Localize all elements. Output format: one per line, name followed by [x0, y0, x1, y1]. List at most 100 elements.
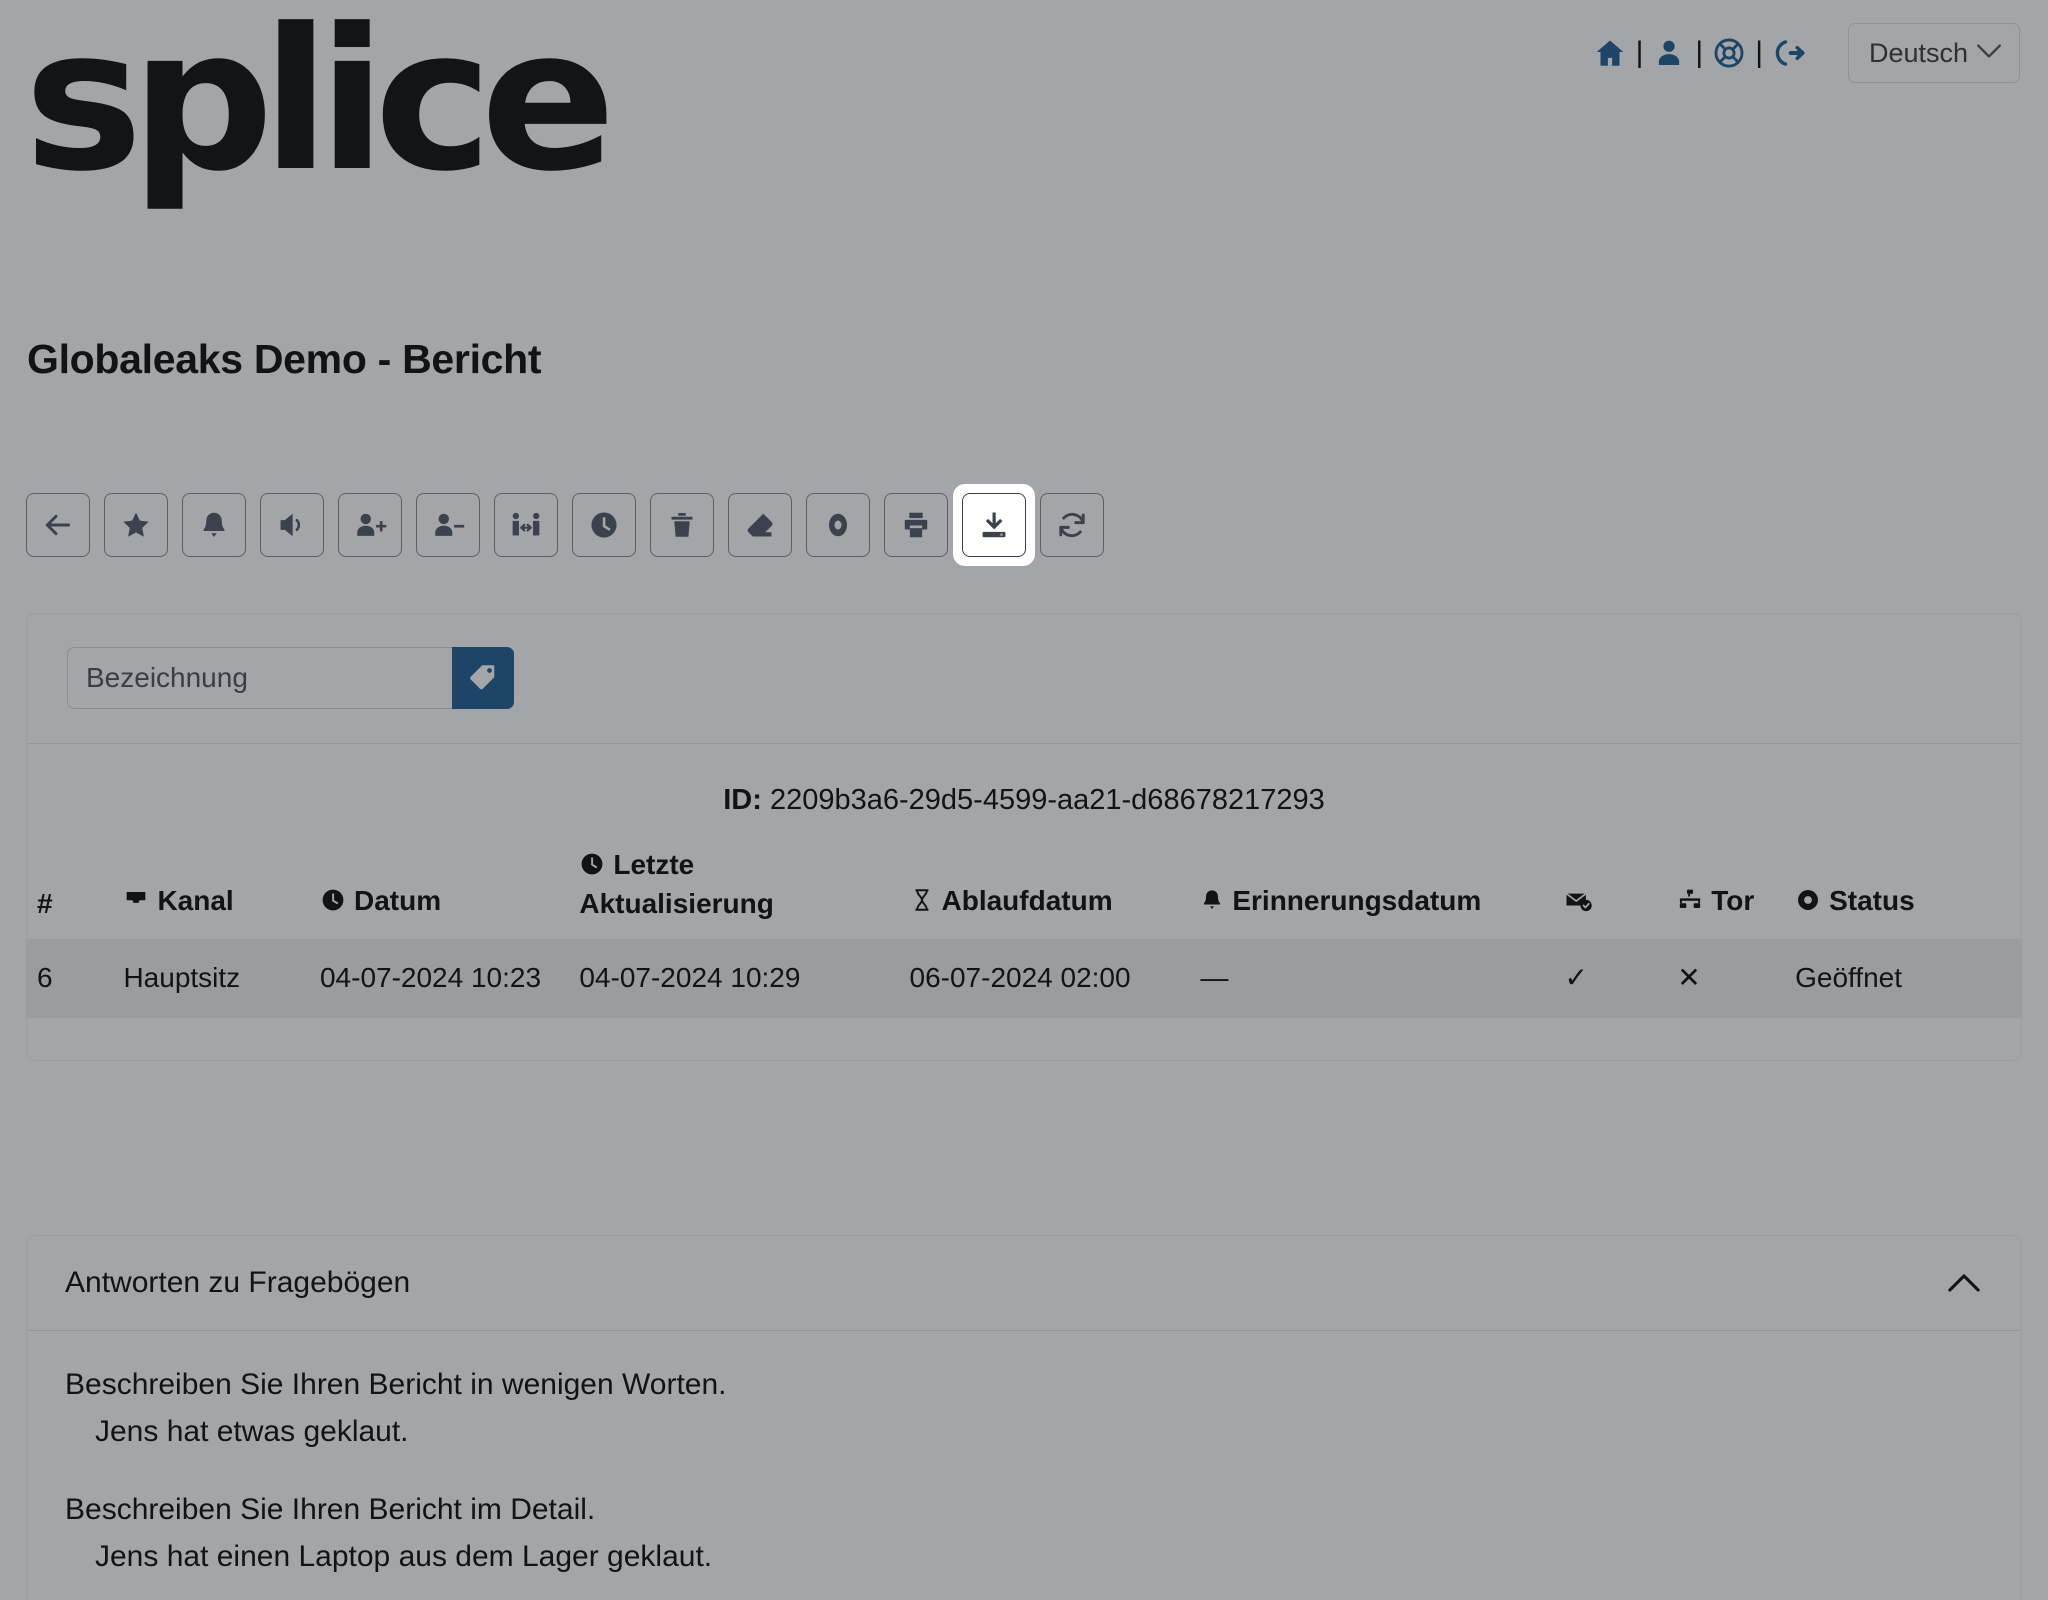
nav-separator: |: [1755, 36, 1763, 69]
redact-button-wrap: [728, 493, 792, 557]
cell-remind: —: [1200, 961, 1229, 993]
cell-tor-cross: ✕: [1677, 961, 1701, 993]
people-transfer-icon: [509, 509, 543, 541]
redact-button[interactable]: [728, 493, 792, 557]
cell-status: Geöffnet: [1795, 961, 1903, 993]
cell-mail-check: ✓: [1564, 961, 1589, 993]
tag-icon: [468, 662, 498, 695]
report-id-label: ID:: [723, 784, 762, 816]
report-id-value: 2209b3a6-29d5-4599-aa21-d68678217293: [769, 784, 1325, 816]
clock-icon: [588, 509, 620, 541]
qa-item: Beschreiben Sie Ihren Bericht in wenigen…: [65, 1365, 1983, 1452]
nav-icon-group: | | |: [1587, 30, 1812, 76]
clock-icon: [579, 850, 605, 886]
questionnaire-accordion: Antworten zu Fragebögen Beschreiben Sie …: [26, 1235, 2022, 1600]
cell-expiry: 06-07-2024 02:00: [909, 961, 1131, 993]
qa-item: Beschreiben Sie Ihren Bericht im Detail.…: [65, 1490, 1983, 1577]
speaker-icon: [276, 509, 308, 541]
column-header-num[interactable]: #: [27, 843, 113, 939]
column-label-update: Letzte Aktualisierung: [579, 849, 774, 920]
back-button-wrap: [26, 493, 90, 557]
card-search-bar: [27, 614, 2021, 744]
download-icon: [978, 509, 1010, 541]
top-bar: | | | Deutsch: [1587, 22, 2020, 84]
inbox-icon: [123, 886, 149, 922]
add-user-button[interactable]: [338, 493, 402, 557]
envelope-check-icon: [1565, 886, 1593, 922]
column-label-num: #: [37, 888, 53, 920]
column-label-tor: Tor: [1711, 885, 1755, 917]
remove-user-button-wrap: [416, 493, 480, 557]
user-icon[interactable]: [1646, 30, 1692, 76]
trash-icon: [667, 509, 697, 541]
circle-dot-icon: [1795, 886, 1821, 922]
qa-question: Beschreiben Sie Ihren Bericht im Detail.: [65, 1493, 596, 1526]
column-label-datum: Datum: [353, 885, 442, 917]
qa-answer: Jens hat etwas geklaut.: [95, 1414, 409, 1448]
transfer-button[interactable]: [494, 493, 558, 557]
notification-button[interactable]: [182, 493, 246, 557]
remove-user-button[interactable]: [416, 493, 480, 557]
mask-button[interactable]: [806, 493, 870, 557]
language-select[interactable]: Deutsch: [1848, 23, 2020, 83]
postpone-button[interactable]: [572, 493, 636, 557]
column-label-status: Status: [1829, 885, 1915, 917]
qa-question: Beschreiben Sie Ihren Bericht in wenigen…: [65, 1368, 727, 1401]
lifebuoy-icon[interactable]: [1706, 30, 1752, 76]
accordion-header[interactable]: Antworten zu Fragebögen: [27, 1236, 2021, 1331]
column-header-tor[interactable]: Tor: [1667, 843, 1785, 939]
back-button[interactable]: [26, 493, 90, 557]
search-input[interactable]: [67, 647, 452, 709]
card-body: ID: 2209b3a6-29d5-4599-aa21-d68678217293…: [27, 744, 2021, 1060]
postpone-button-wrap: [572, 493, 636, 557]
report-toolbar: [26, 484, 1104, 566]
column-header-status[interactable]: Status: [1785, 843, 2021, 939]
column-header-update[interactable]: Letzte Aktualisierung: [569, 843, 899, 939]
report-card: ID: 2209b3a6-29d5-4599-aa21-d68678217293…: [26, 613, 2022, 1062]
refresh-button[interactable]: [1040, 493, 1104, 557]
accordion-body: Beschreiben Sie Ihren Bericht in wenigen…: [27, 1331, 2021, 1600]
column-label-kanal: Kanal: [157, 885, 234, 917]
refresh-icon: [1056, 509, 1088, 541]
star-button-wrap: [104, 493, 168, 557]
delete-button[interactable]: [650, 493, 714, 557]
column-header-kanal[interactable]: Kanal: [113, 843, 310, 939]
column-header-expiry[interactable]: Ablaufdatum: [900, 843, 1191, 939]
nav-separator: |: [1635, 36, 1644, 69]
report-id-line: ID: 2209b3a6-29d5-4599-aa21-d68678217293: [27, 784, 2021, 817]
nav-separator: |: [1695, 36, 1704, 69]
star-button[interactable]: [104, 493, 168, 557]
column-header-mail[interactable]: [1555, 843, 1668, 939]
printer-icon: [900, 509, 932, 541]
column-header-datum[interactable]: Datum: [310, 843, 569, 939]
refresh-button-wrap: [1040, 493, 1104, 557]
table-row[interactable]: 6 Hauptsitz 04-07-2024 10:23 04-07-2024 …: [27, 938, 2021, 1019]
bell-icon: [1200, 886, 1224, 922]
star-icon: [120, 509, 152, 541]
tag-button[interactable]: [452, 647, 514, 709]
arrow-left-icon: [42, 509, 74, 541]
hourglass-icon: [910, 886, 934, 922]
column-label-remind: Erinnerungsdatum: [1232, 885, 1482, 917]
eraser-icon: [744, 509, 776, 541]
download-button-wrap: [953, 484, 1035, 566]
page-title: Globaleaks Demo - Bericht: [27, 336, 542, 382]
report-table: # Kanal Datum Letzte Aktualisierung Abla…: [27, 843, 2021, 1019]
cell-datum: 04-07-2024 10:23: [319, 961, 542, 993]
circle-dot-icon: [823, 509, 853, 541]
logout-icon[interactable]: [1766, 30, 1812, 76]
clock-icon: [320, 886, 346, 922]
column-label-expiry: Ablaufdatum: [941, 885, 1113, 917]
home-icon[interactable]: [1587, 30, 1633, 76]
column-header-remind[interactable]: Erinnerungsdatum: [1190, 843, 1554, 939]
chevron-up-icon[interactable]: [1947, 1272, 1981, 1294]
bell-icon: [199, 509, 229, 541]
transfer-button-wrap: [494, 493, 558, 557]
qa-answer: Jens hat einen Laptop aus dem Lager gekl…: [95, 1539, 713, 1573]
megaphone-button[interactable]: [260, 493, 324, 557]
language-select-value: Deutsch: [1869, 37, 1969, 68]
download-button[interactable]: [962, 493, 1026, 557]
chevron-down-icon: [1976, 41, 2002, 65]
print-button[interactable]: [884, 493, 948, 557]
notification-button-wrap: [182, 493, 246, 557]
